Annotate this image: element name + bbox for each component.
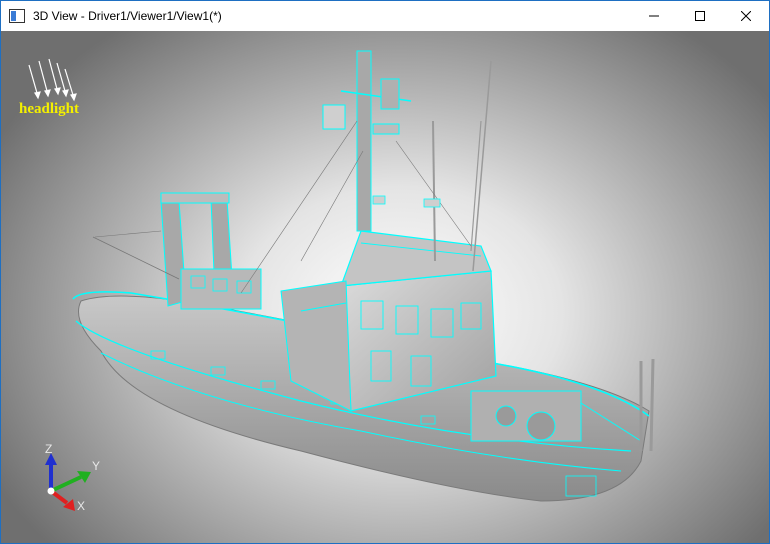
window-controls [631,1,769,31]
window-title: 3D View - Driver1/Viewer1/View1(*) [33,9,222,23]
axis-x-label: X [77,499,86,513]
ship-model[interactable] [1,31,769,543]
viewer-window: 3D View - Driver1/Viewer1/View1(*) headl… [0,0,770,544]
app-icon [9,9,25,23]
maximize-icon [695,11,705,21]
3d-viewport[interactable]: headlight Z Y X [1,31,769,543]
minimize-icon [649,15,659,17]
close-button[interactable] [723,1,769,31]
close-icon [741,11,751,21]
maximize-button[interactable] [677,1,723,31]
title-bar[interactable]: 3D View - Driver1/Viewer1/View1(*) [1,1,769,31]
axis-z-label: Z [45,442,53,456]
axis-y-label: Y [92,459,101,473]
minimize-button[interactable] [631,1,677,31]
